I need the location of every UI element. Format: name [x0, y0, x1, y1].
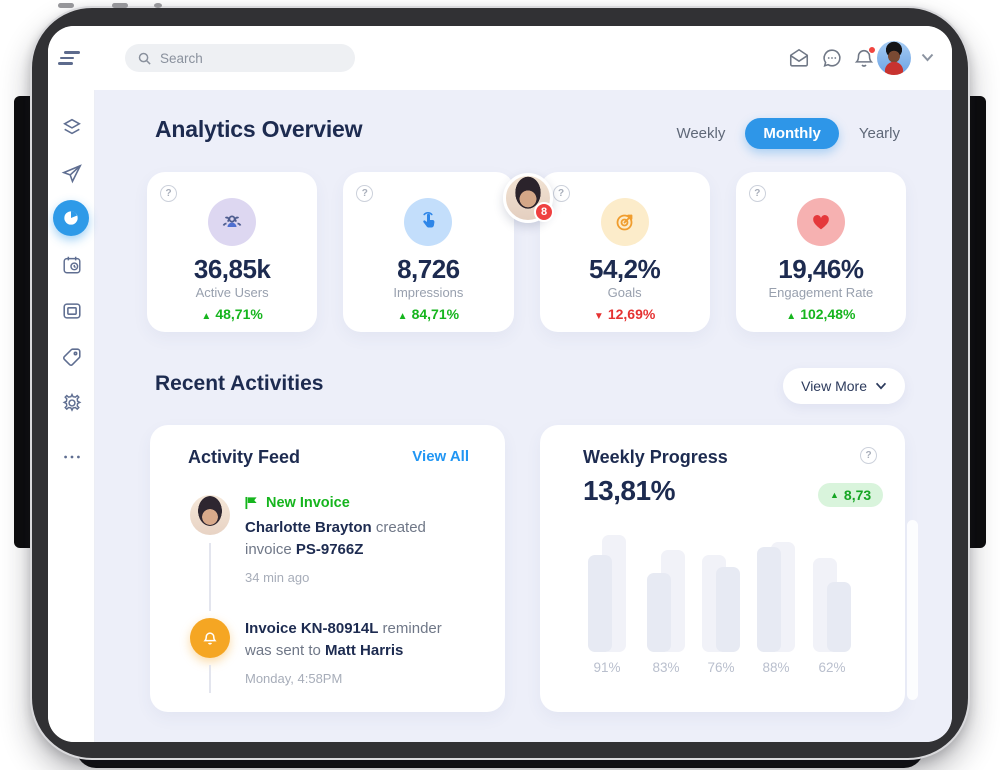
trend-up-icon: ▲ — [398, 311, 408, 322]
tablet-screen: Search Analytics Overvi — [48, 26, 952, 742]
tab-monthly[interactable]: Monthly — [745, 118, 839, 149]
tap-icon — [404, 198, 452, 246]
view-all-link[interactable]: View All — [412, 448, 469, 465]
stat-card-impressions[interactable]: ? 8,726 Impressions ▲84,71% — [343, 172, 513, 332]
bar-label: 91% — [579, 660, 635, 675]
search-placeholder: Search — [160, 51, 203, 66]
stat-change: ▲48,71% — [147, 306, 317, 322]
bell-icon — [201, 629, 219, 647]
mail-icon[interactable] — [788, 47, 810, 69]
bar-group: 62% — [804, 532, 860, 652]
bar-front — [647, 573, 671, 652]
stat-change: ▲84,71% — [343, 306, 513, 322]
page: Search Analytics Overvi — [0, 0, 1000, 770]
chevron-down-icon — [875, 382, 887, 390]
bar-group: 88% — [748, 532, 804, 652]
scrollbar[interactable] — [907, 520, 918, 700]
more-icon[interactable] — [61, 446, 83, 468]
notification-dot — [868, 46, 876, 54]
users-icon — [208, 198, 256, 246]
activity-text: Charlotte Brayton created — [245, 517, 426, 539]
activity-feed-card: Activity Feed View All New Invoice Charl… — [150, 425, 505, 712]
sidebar-item-analytics[interactable] — [53, 200, 89, 236]
stat-value: 54,2% — [540, 254, 710, 285]
page-title: Analytics Overview — [155, 116, 362, 143]
send-icon[interactable] — [61, 163, 83, 185]
activity-time: Monday, 4:58PM — [245, 671, 342, 686]
help-icon[interactable]: ? — [160, 185, 177, 202]
bar-group: 76% — [693, 532, 749, 652]
menu-icon[interactable] — [58, 50, 82, 66]
stat-value: 36,85k — [147, 254, 317, 285]
search-input[interactable]: Search — [125, 44, 355, 72]
bar-front — [716, 567, 740, 652]
help-icon[interactable]: ? — [749, 185, 766, 202]
heart-icon — [797, 198, 845, 246]
activity-text: Invoice KN-80914L reminder — [245, 618, 442, 640]
activity-text: invoice PS-9766Z — [245, 539, 363, 561]
user-avatar[interactable] — [877, 41, 911, 75]
chat-icon[interactable] — [821, 47, 843, 69]
weekly-progress-card: Weekly Progress ? 13,81% ▲ 8,73 91%83%76… — [540, 425, 905, 712]
stat-change: ▼12,69% — [540, 306, 710, 322]
tab-weekly[interactable]: Weekly — [676, 125, 725, 142]
stat-value: 19,46% — [736, 254, 906, 285]
main-content: Analytics Overview Weekly Monthly Yearly… — [95, 90, 952, 742]
trend-up-icon: ▲ — [201, 311, 211, 322]
stat-label: Impressions — [343, 285, 513, 300]
stat-value: 8,726 — [343, 254, 513, 285]
activity-text: was sent to Matt Harris — [245, 640, 403, 662]
top-bar: Search — [48, 26, 952, 90]
timeline-connector — [209, 665, 211, 693]
sidebar — [48, 90, 95, 742]
bar-chart: 91%83%76%88%62% — [540, 425, 905, 712]
bar-group: 91% — [579, 532, 635, 652]
bell-icon[interactable] — [853, 47, 875, 69]
chevron-down-icon[interactable] — [921, 53, 934, 62]
stat-label: Goals — [540, 285, 710, 300]
activity-tag: New Invoice — [245, 495, 350, 511]
stat-change: ▲102,48% — [736, 306, 906, 322]
settings-icon[interactable] — [61, 392, 83, 414]
bar-label: 76% — [693, 660, 749, 675]
activity-time: 34 min ago — [245, 570, 309, 585]
bar-front — [588, 555, 612, 652]
stat-card-engagement[interactable]: ? 19,46% Engagement Rate ▲102,48% — [736, 172, 906, 332]
timeline-connector — [209, 543, 211, 611]
bar-group: 83% — [638, 532, 694, 652]
activity-avatar — [190, 495, 230, 535]
card-title: Activity Feed — [188, 447, 300, 468]
pie-chart-icon — [61, 208, 81, 228]
search-icon — [137, 51, 152, 66]
floating-avatar[interactable]: 8 — [503, 173, 553, 223]
flag-icon — [245, 496, 258, 510]
stat-label: Engagement Rate — [736, 285, 906, 300]
reminder-icon-circle — [190, 618, 230, 658]
help-icon[interactable]: ? — [553, 185, 570, 202]
target-icon — [601, 198, 649, 246]
trend-down-icon: ▼ — [594, 311, 604, 322]
bar-front — [757, 547, 781, 652]
avatar-badge: 8 — [534, 202, 554, 222]
bar-front — [827, 582, 851, 652]
section-title: Recent Activities — [155, 372, 323, 396]
calendar-icon[interactable] — [61, 254, 83, 276]
view-more-button[interactable]: View More — [783, 368, 905, 404]
tag-icon[interactable] — [61, 346, 83, 368]
trend-up-icon: ▲ — [786, 311, 796, 322]
tablet-button — [58, 3, 74, 8]
tablet-camera — [154, 3, 162, 8]
tab-yearly[interactable]: Yearly — [859, 125, 900, 142]
help-icon[interactable]: ? — [356, 185, 373, 202]
stat-card-goals[interactable]: ? 54,2% Goals ▼12,69% — [540, 172, 710, 332]
frame-icon[interactable] — [61, 300, 83, 322]
stat-card-active-users[interactable]: ? 36,85k Active Users ▲48,71% — [147, 172, 317, 332]
period-tabs: Weekly Monthly Yearly — [676, 118, 900, 149]
bar-label: 62% — [804, 660, 860, 675]
layers-icon[interactable] — [61, 116, 83, 138]
bar-label: 83% — [638, 660, 694, 675]
bar-label: 88% — [748, 660, 804, 675]
tablet-button — [112, 3, 128, 8]
stat-label: Active Users — [147, 285, 317, 300]
